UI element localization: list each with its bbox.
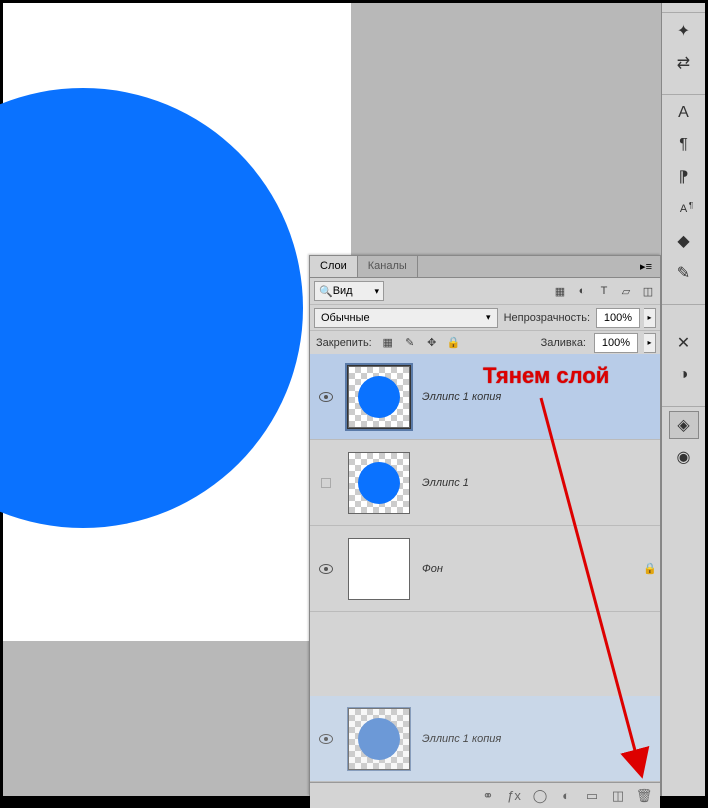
layer-thumbnail[interactable] xyxy=(348,452,410,514)
eye-icon xyxy=(319,564,333,574)
right-toolbar: ✦ ⇄ A ¶ ⁋ A¶ ◆ ✎ ✕ ◑ ◈ ◉ xyxy=(661,3,705,796)
opacity-input[interactable]: 100% xyxy=(596,308,640,328)
para-styles-icon[interactable]: A¶ xyxy=(669,195,699,223)
filter-shape-icon[interactable]: ▱ xyxy=(618,283,634,299)
lock-icon: 🔒 xyxy=(640,562,660,575)
lock-row: Закрепить: ▦ ✎ ✥ 🔒 Заливка: 100% ▸ xyxy=(310,330,660,354)
filter-kind-label: Вид xyxy=(333,285,353,297)
blend-mode-select[interactable]: Обычные ▾ xyxy=(314,308,498,328)
visibility-toggle[interactable] xyxy=(310,734,342,744)
brush-panel-icon[interactable]: ✦ xyxy=(669,17,699,45)
blend-mode-value: Обычные xyxy=(321,312,370,324)
filter-icons: ▦ ◐ T ▱ ◫ xyxy=(552,283,656,299)
lock-all-icon[interactable]: 🔒 xyxy=(446,335,462,351)
layer-drag-ghost[interactable]: Эллипс 1 копия xyxy=(310,696,660,782)
ellipse-shape xyxy=(0,88,303,528)
lock-transparency-icon[interactable]: ▦ xyxy=(380,335,396,351)
filter-kind-select[interactable]: 🔍 Вид ▾ xyxy=(314,281,384,301)
layer-name[interactable]: Фон xyxy=(416,563,640,575)
lock-pixels-icon[interactable]: ✎ xyxy=(402,335,418,351)
dropdown-arrow-icon: ▾ xyxy=(486,312,491,323)
layer-name[interactable]: Эллипс 1 копия xyxy=(416,391,660,403)
fill-input[interactable]: 100% xyxy=(594,333,638,353)
thumb-shape xyxy=(358,718,400,760)
eye-icon xyxy=(319,734,333,744)
filter-pixel-icon[interactable]: ▦ xyxy=(552,283,568,299)
filter-adjust-icon[interactable]: ◐ xyxy=(574,283,590,299)
fx-icon[interactable]: ƒx xyxy=(506,788,522,804)
tab-channels[interactable]: Каналы xyxy=(358,256,418,277)
visibility-toggle[interactable] xyxy=(310,392,342,402)
layer-row[interactable]: Эллипс 1 xyxy=(310,440,660,526)
tab-layers[interactable]: Слои xyxy=(310,256,358,277)
tools-icon[interactable]: ✕ xyxy=(669,329,699,357)
layer-filter-row: 🔍 Вид ▾ ▦ ◐ T ▱ ◫ xyxy=(310,278,660,304)
3d-icon[interactable]: ◆ xyxy=(669,227,699,255)
lock-icons: ▦ ✎ ✥ 🔒 xyxy=(380,335,462,351)
fill-label: Заливка: xyxy=(539,337,588,349)
dropdown-arrow-icon: ▾ xyxy=(374,286,379,297)
blend-row: Обычные ▾ Непрозрачность: 100% ▸ xyxy=(310,304,660,330)
canvas[interactable] xyxy=(3,3,351,641)
visibility-toggle[interactable] xyxy=(310,478,342,488)
panel-tabs: Слои Каналы ▸≡ xyxy=(310,256,660,278)
layers-panel: Слои Каналы ▸≡ 🔍 Вид ▾ ▦ ◐ T ▱ ◫ Обычные… xyxy=(309,255,661,796)
character-icon[interactable]: A xyxy=(669,99,699,127)
visibility-off-icon xyxy=(321,478,331,488)
adjust-layer-icon[interactable]: ◐ xyxy=(558,788,574,804)
eye-icon xyxy=(319,392,333,402)
filter-smart-icon[interactable]: ◫ xyxy=(640,283,656,299)
styles-icon[interactable]: ◉ xyxy=(669,443,699,471)
visibility-toggle[interactable] xyxy=(310,564,342,574)
layer-row[interactable]: Эллипс 1 копия xyxy=(310,354,660,440)
search-icon: 🔍 xyxy=(319,285,333,298)
char-styles-icon[interactable]: ⁋ xyxy=(669,163,699,191)
canvas-paste-area xyxy=(351,3,661,255)
layers-empty-space xyxy=(310,612,660,696)
filter-text-icon[interactable]: T xyxy=(596,283,612,299)
layer-name[interactable]: Эллипс 1 xyxy=(416,477,660,489)
fill-arrow-icon[interactable]: ▸ xyxy=(644,333,656,353)
panel-menu-icon[interactable]: ▸≡ xyxy=(632,256,660,277)
app-frame: ✦ ⇄ A ¶ ⁋ A¶ ◆ ✎ ✕ ◑ ◈ ◉ Слои Каналы ▸≡ … xyxy=(3,3,705,796)
layer-thumbnail[interactable] xyxy=(348,366,410,428)
layer-row[interactable]: Фон 🔒 xyxy=(310,526,660,612)
brush-presets-icon[interactable]: ⇄ xyxy=(669,49,699,77)
lock-label: Закрепить: xyxy=(314,337,374,349)
mask-icon[interactable]: ◯ xyxy=(532,788,548,804)
thumb-shape xyxy=(358,376,400,418)
paragraph-icon[interactable]: ¶ xyxy=(669,131,699,159)
layer-thumbnail[interactable] xyxy=(348,708,410,770)
thumb-shape xyxy=(358,462,400,504)
layer-thumbnail[interactable] xyxy=(348,538,410,600)
layers-bottom-bar: ⚭ ƒx ◯ ◐ ▭ ◫ 🗑 xyxy=(310,782,660,808)
layers-list: Эллипс 1 копия Эллипс 1 Фон 🔒 Эллипс 1 к… xyxy=(310,354,660,782)
pen-icon[interactable]: ✎ xyxy=(669,259,699,287)
new-layer-icon[interactable]: ◫ xyxy=(610,788,626,804)
layer-name[interactable]: Эллипс 1 копия xyxy=(416,733,660,745)
link-layers-icon[interactable]: ⚭ xyxy=(480,788,496,804)
swatches-icon[interactable]: ◑ xyxy=(669,361,699,389)
delete-icon[interactable]: 🗑 xyxy=(636,788,652,804)
layers-panel-icon[interactable]: ◈ xyxy=(669,411,699,439)
opacity-label: Непрозрачность: xyxy=(502,312,592,324)
lock-position-icon[interactable]: ✥ xyxy=(424,335,440,351)
group-icon[interactable]: ▭ xyxy=(584,788,600,804)
opacity-arrow-icon[interactable]: ▸ xyxy=(644,308,656,328)
